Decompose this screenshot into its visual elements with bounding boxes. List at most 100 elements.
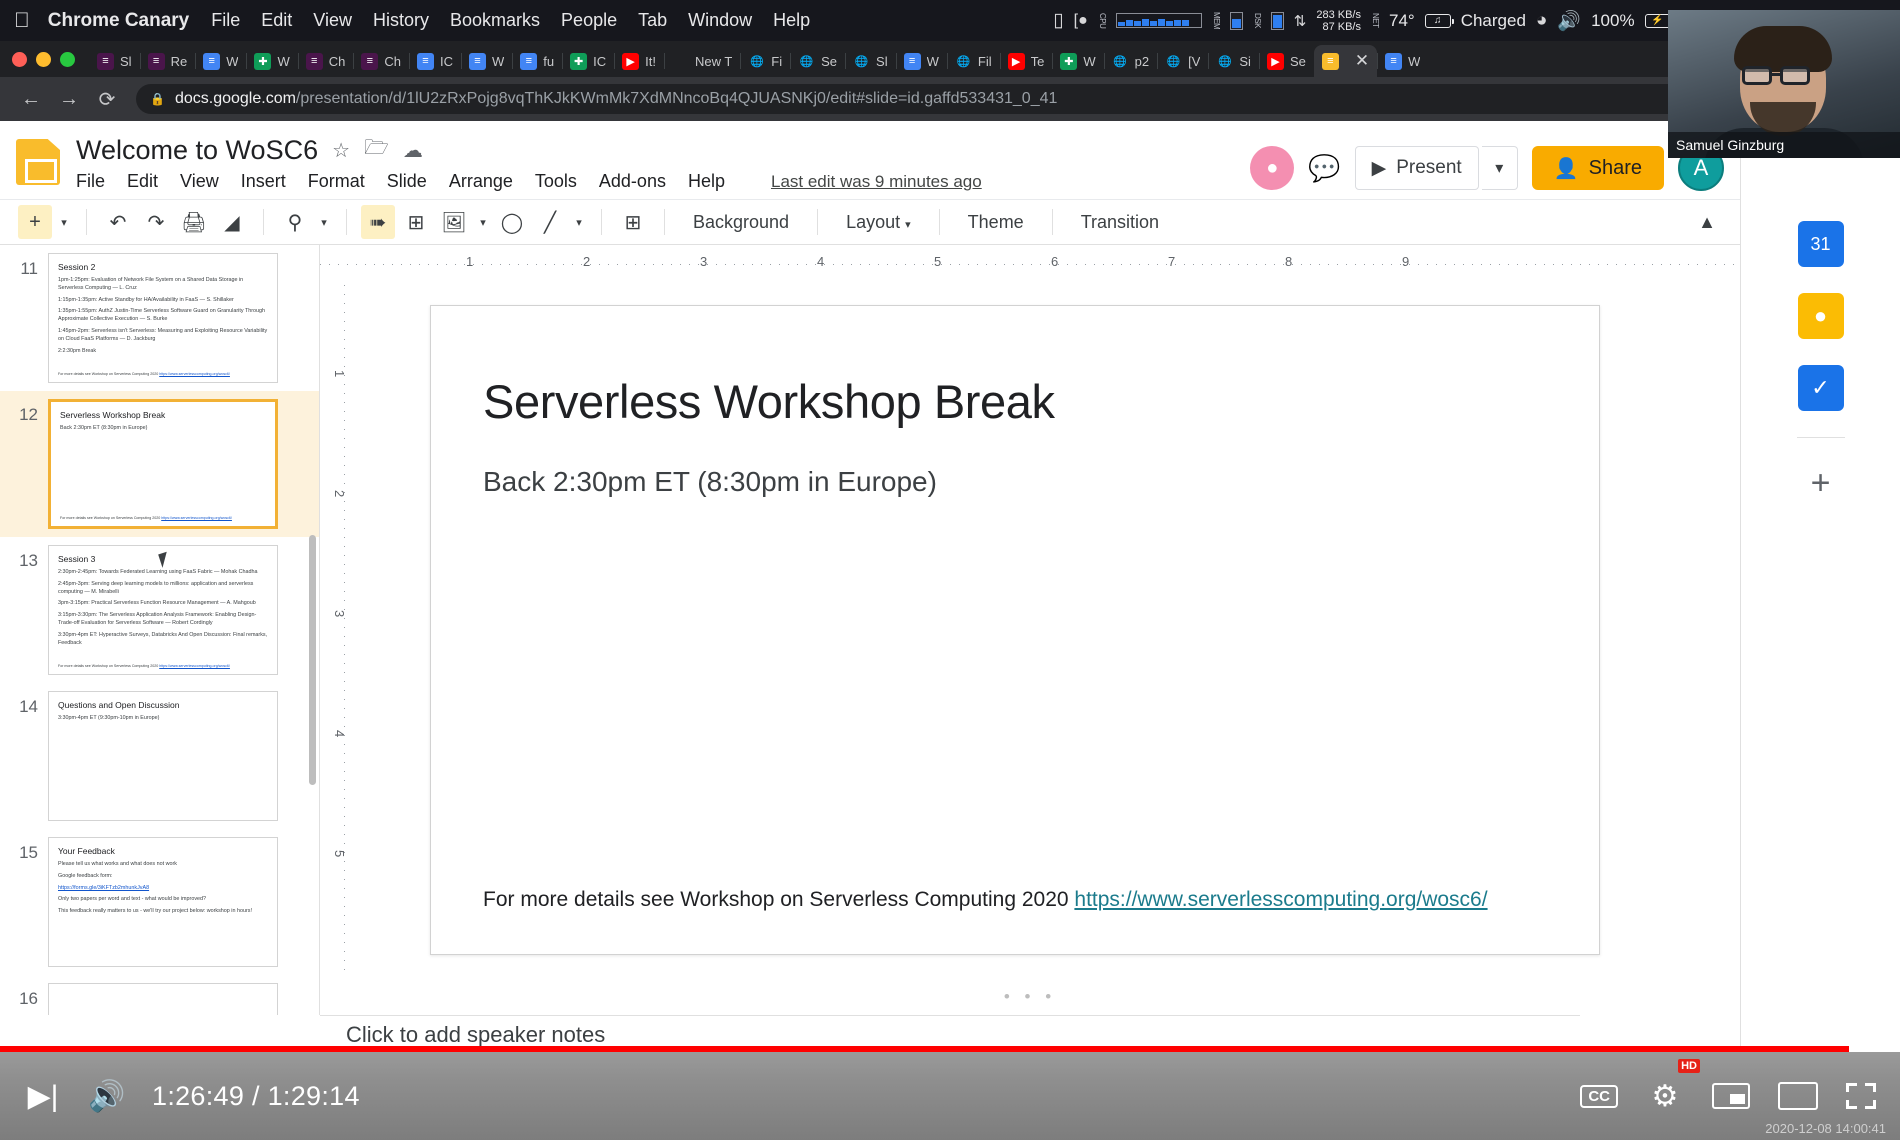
close-window-button[interactable] bbox=[12, 52, 27, 67]
filmstrip-scrollbar[interactable] bbox=[309, 535, 316, 785]
keep-icon[interactable]: ● bbox=[1797, 293, 1844, 339]
line-caret-icon[interactable]: ▾ bbox=[571, 216, 587, 229]
macmenu-window[interactable]: Window bbox=[688, 10, 752, 31]
bluetooth-icon[interactable]: [● bbox=[1074, 12, 1088, 30]
theater-mode-icon[interactable] bbox=[1778, 1082, 1818, 1110]
webcam-overlay[interactable]: Samuel Ginzburg bbox=[1668, 10, 1900, 158]
browser-tab[interactable]: ✚ W bbox=[1052, 45, 1103, 77]
browser-tab[interactable]: ≡ Ch bbox=[353, 45, 409, 77]
slide-thumbnail[interactable]: Your Feedback Please tell us what works a… bbox=[48, 837, 278, 967]
slide-thumbnail[interactable]: Questions and Open Discussion 3:30pm-4pm … bbox=[48, 691, 278, 821]
share-button[interactable]: 👤 Share bbox=[1531, 146, 1664, 190]
add-addon-button[interactable]: + bbox=[1811, 464, 1831, 503]
browser-tab[interactable]: ▶ Se bbox=[1258, 45, 1314, 77]
browser-tab[interactable]: ▶ Te bbox=[999, 45, 1053, 77]
browser-tab[interactable]: 🌐 Fil bbox=[946, 45, 1000, 77]
collapse-toolbar-icon[interactable]: ▲ bbox=[1698, 212, 1722, 233]
display-icon[interactable]: ▯ bbox=[1053, 9, 1063, 32]
layout-button[interactable]: Layout ▾ bbox=[832, 212, 925, 233]
star-icon[interactable]: ☆ bbox=[332, 138, 350, 163]
document-title[interactable]: Welcome to WoSC6 bbox=[76, 135, 318, 166]
collaborator-avatar[interactable]: ● bbox=[1250, 146, 1295, 190]
back-button[interactable]: ← bbox=[14, 82, 48, 116]
slide-thumbnail[interactable]: Session 2 1pm-1:25pm: Evaluation of Netwo… bbox=[48, 253, 278, 383]
slide-footer-text[interactable]: For more details see Workshop on Serverl… bbox=[483, 888, 1488, 912]
browser-tab[interactable]: ≡ W bbox=[195, 45, 246, 77]
macmenu-file[interactable]: File bbox=[211, 10, 240, 31]
transition-button[interactable]: Transition bbox=[1067, 212, 1173, 233]
slides-menu-view[interactable]: View bbox=[180, 171, 219, 192]
print-icon[interactable]: 🖨 bbox=[177, 205, 211, 239]
browser-tab[interactable]: 🌐 Se bbox=[790, 45, 845, 77]
window-traffic-lights[interactable] bbox=[0, 52, 89, 77]
volume-icon[interactable]: 🔊 bbox=[88, 1073, 126, 1119]
browser-tab[interactable]: ✚ IC bbox=[562, 45, 614, 77]
redo-button[interactable]: ↷ bbox=[139, 205, 173, 239]
reload-button[interactable]: ⟳ bbox=[90, 82, 124, 116]
menu-app-name[interactable]: Chrome Canary bbox=[48, 10, 190, 32]
browser-tab[interactable]: 🌐 Sl bbox=[845, 45, 896, 77]
network-arrows-icon[interactable]: ⇅ bbox=[1294, 12, 1307, 30]
present-options-caret-icon[interactable]: ▾ bbox=[1481, 146, 1518, 190]
present-button[interactable]: ▶︎ Present bbox=[1354, 146, 1479, 190]
macmenu-history[interactable]: History bbox=[373, 10, 429, 31]
tasks-icon[interactable]: ✓ bbox=[1797, 365, 1844, 411]
slide-subtitle-text[interactable]: Back 2:30pm ET (8:30pm in Europe) bbox=[483, 466, 937, 498]
filmstrip-slide[interactable]: 15 Your Feedback Please tell us what works… bbox=[0, 829, 319, 975]
minimize-window-button[interactable] bbox=[36, 52, 51, 67]
line-icon[interactable]: ╱ bbox=[533, 205, 567, 239]
image-icon[interactable]: 🖼 bbox=[437, 205, 471, 239]
address-bar[interactable]: 🔒 docs.google.com/presentation/d/1lU2zRx… bbox=[136, 84, 1802, 114]
textbox-icon[interactable]: ⊞ bbox=[399, 205, 433, 239]
browser-tab[interactable]: ≡ fu bbox=[512, 45, 562, 77]
new-slide-button[interactable]: + bbox=[18, 205, 52, 239]
cursor-icon[interactable]: ➠ bbox=[361, 205, 395, 239]
browser-tab[interactable]: ≡ Ch bbox=[297, 45, 354, 77]
slides-menu-format[interactable]: Format bbox=[308, 171, 365, 192]
wifi-icon[interactable]: ◕ bbox=[1536, 10, 1547, 32]
background-button[interactable]: Background bbox=[679, 212, 803, 233]
skip-next-icon[interactable]: ▶| bbox=[24, 1073, 62, 1119]
browser-tab[interactable]: ≡ Sl bbox=[89, 45, 140, 77]
slide-thumbnail[interactable]: Serverless Workshop Break Back 2:30pm ET … bbox=[48, 399, 278, 529]
slides-menu-file[interactable]: File bbox=[76, 171, 105, 192]
slides-menu-help[interactable]: Help bbox=[688, 171, 725, 192]
zoom-icon[interactable]: ⚲ bbox=[278, 205, 312, 239]
cc-button[interactable]: CC bbox=[1580, 1084, 1618, 1108]
slide-filmstrip[interactable]: 11 Session 2 1pm-1:25pm: Evaluation of Net… bbox=[0, 245, 320, 1015]
filmstrip-slide[interactable]: 16 bbox=[0, 975, 319, 1015]
theme-button[interactable]: Theme bbox=[954, 212, 1038, 233]
new-slide-caret-icon[interactable]: ▾ bbox=[56, 216, 72, 229]
filmstrip-slide[interactable]: 14 Questions and Open Discussion 3:30pm-4p… bbox=[0, 683, 319, 829]
cloud-saved-icon[interactable]: ☁ bbox=[403, 138, 423, 163]
browser-tab[interactable]: 🌐 Fi bbox=[740, 45, 790, 77]
browser-tab[interactable]: 🌐 [V bbox=[1157, 45, 1208, 77]
slides-logo-icon[interactable] bbox=[16, 139, 60, 185]
memory-meter-icon[interactable] bbox=[1229, 11, 1243, 30]
settings-gear-icon[interactable]: ⚙ HD bbox=[1646, 1059, 1700, 1119]
browser-tab[interactable]: ≡ Re bbox=[139, 45, 196, 77]
macmenu-bookmarks[interactable]: Bookmarks bbox=[450, 10, 540, 31]
browser-tab[interactable]: ≡ W bbox=[461, 45, 512, 77]
slides-menu-slide[interactable]: Slide bbox=[387, 171, 427, 192]
browser-tab[interactable]: ✚ W bbox=[246, 45, 297, 77]
current-slide-canvas[interactable]: Serverless Workshop Break Back 2:30pm ET… bbox=[430, 305, 1600, 955]
image-caret-icon[interactable]: ▾ bbox=[475, 216, 491, 229]
browser-tab[interactable]: ▶ It! bbox=[614, 45, 664, 77]
undo-button[interactable]: ↶ bbox=[101, 205, 135, 239]
browser-tab[interactable]: ≡ W bbox=[895, 45, 947, 77]
comment-history-icon[interactable]: 💬 bbox=[1308, 153, 1340, 184]
zoom-caret-icon[interactable]: ▾ bbox=[316, 216, 332, 229]
macmenu-edit[interactable]: Edit bbox=[261, 10, 292, 31]
fullscreen-icon[interactable] bbox=[1846, 1083, 1876, 1109]
slides-menu-arrange[interactable]: Arrange bbox=[449, 171, 513, 192]
slide-thumbnail[interactable] bbox=[48, 983, 278, 1015]
browser-tab-active[interactable]: ≡ ✕ bbox=[1313, 45, 1378, 77]
filmstrip-slide[interactable]: 11 Session 2 1pm-1:25pm: Evaluation of Net… bbox=[0, 245, 319, 391]
maximize-window-button[interactable] bbox=[60, 52, 75, 67]
macmenu-view[interactable]: View bbox=[313, 10, 352, 31]
slides-menu-tools[interactable]: Tools bbox=[535, 171, 577, 192]
cpu-graph-icon[interactable] bbox=[1115, 13, 1202, 28]
browser-tab[interactable]: 🌐 Si bbox=[1208, 45, 1259, 77]
macmenu-people[interactable]: People bbox=[561, 10, 617, 31]
